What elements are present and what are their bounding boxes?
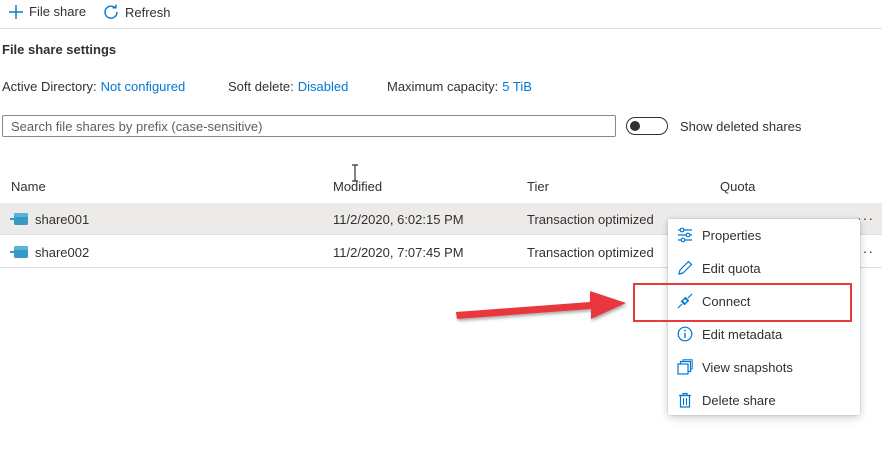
search-input[interactable] [2, 115, 616, 137]
show-deleted-toggle[interactable] [626, 117, 668, 135]
soft-delete-label: Soft delete: [228, 79, 294, 94]
menu-item-label: Delete share [702, 392, 776, 408]
connect-highlight-box [633, 283, 852, 322]
menu-item-label: View snapshots [702, 359, 793, 375]
add-file-share-label: File share [29, 4, 87, 19]
soft-delete-setting: Soft delete: Disabled [228, 79, 348, 94]
toggle-knob [630, 121, 640, 131]
max-capacity-link[interactable]: 5 TiB [502, 79, 532, 94]
snapshots-icon [676, 358, 694, 376]
add-file-share-button[interactable]: File share [9, 4, 86, 19]
refresh-icon [104, 4, 118, 19]
menu-item-label: Edit metadata [702, 326, 783, 342]
annotation-arrow-icon [456, 291, 626, 319]
max-capacity-setting: Maximum capacity: 5 TiB [387, 79, 532, 94]
menu-item-edit-quota[interactable]: Edit quota [668, 252, 860, 284]
menu-item-properties[interactable]: Properties [668, 219, 860, 251]
file-share-icon [10, 246, 28, 258]
share-modified: 11/2/2020, 7:07:45 PM [333, 245, 464, 260]
command-bar: File share Refresh [0, 0, 882, 29]
menu-item-delete-share[interactable]: Delete share [668, 384, 860, 416]
share-name[interactable]: share001 [35, 212, 89, 227]
share-tier: Transaction optimized [527, 245, 654, 260]
column-header-modified[interactable]: Modified [333, 179, 382, 194]
settings-title: File share settings [2, 42, 117, 57]
active-directory-label: Active Directory: [2, 79, 97, 94]
share-modified: 11/2/2020, 6:02:15 PM [333, 212, 464, 227]
menu-item-edit-metadata[interactable]: Edit metadata [668, 318, 860, 350]
menu-item-view-snapshots[interactable]: View snapshots [668, 351, 860, 383]
pencil-icon [676, 259, 694, 277]
column-header-tier[interactable]: Tier [527, 179, 549, 194]
active-directory-setting: Active Directory: Not configured [2, 79, 185, 94]
max-capacity-label: Maximum capacity: [387, 79, 499, 94]
column-header-name[interactable]: Name [11, 179, 46, 194]
active-directory-link[interactable]: Not configured [101, 79, 186, 94]
menu-item-label: Properties [702, 227, 762, 243]
properties-icon [676, 226, 694, 244]
show-deleted-label: Show deleted shares [680, 119, 802, 134]
column-header-quota[interactable]: Quota [720, 179, 755, 194]
file-share-icon [10, 213, 28, 225]
share-name[interactable]: share002 [35, 245, 89, 260]
plus-icon [9, 4, 23, 19]
refresh-label: Refresh [125, 4, 171, 20]
refresh-button[interactable]: Refresh [103, 4, 171, 20]
soft-delete-link[interactable]: Disabled [298, 79, 349, 94]
info-icon [676, 325, 694, 343]
trash-icon [676, 391, 694, 409]
menu-item-label: Edit quota [702, 260, 761, 276]
share-tier: Transaction optimized [527, 212, 654, 227]
